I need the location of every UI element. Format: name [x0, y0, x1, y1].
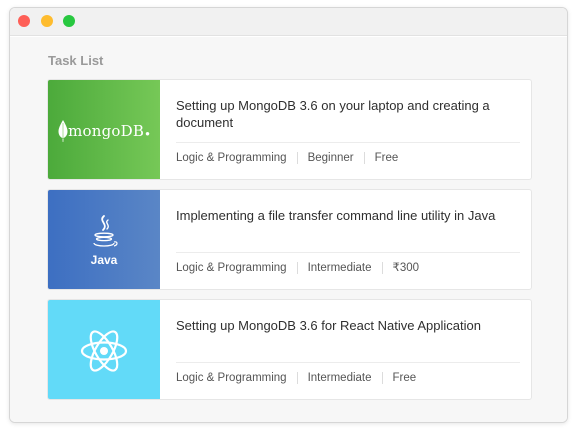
task-list-heading: Task List [48, 53, 104, 68]
window-titlebar [10, 8, 567, 36]
task-level: Beginner [296, 151, 364, 164]
task-level: Intermediate [296, 261, 382, 274]
mongodb-leaf-icon [58, 119, 68, 142]
app-window: Task List mongoDB ● Setting up MongoDB 3… [9, 7, 568, 423]
minimize-window-button[interactable] [41, 15, 53, 27]
task-list-panel: Task List mongoDB ● Setting up MongoDB 3… [10, 37, 567, 422]
thumbnail-text: Java [91, 253, 118, 267]
zoom-window-button[interactable] [63, 15, 75, 27]
close-window-button[interactable] [18, 15, 30, 27]
java-logo-icon: Java [91, 214, 118, 267]
task-meta: Logic & Programming Intermediate Free [176, 362, 520, 392]
task-category: Logic & Programming [176, 151, 287, 164]
task-category: Logic & Programming [176, 261, 287, 274]
registered-mark-icon: ● [145, 129, 150, 138]
task-card[interactable]: mongoDB ● Setting up MongoDB 3.6 on your… [47, 79, 532, 180]
task-category: Logic & Programming [176, 371, 287, 384]
react-logo-icon [80, 329, 128, 372]
task-thumbnail [48, 300, 160, 399]
task-meta: Logic & Programming Beginner Free [176, 142, 520, 172]
thumbnail-text: mongoDB [68, 121, 145, 140]
task-price: ₹300 [381, 261, 430, 274]
task-level: Intermediate [296, 371, 382, 384]
task-meta: Logic & Programming Intermediate ₹300 [176, 252, 520, 282]
task-price: Free [363, 151, 409, 164]
task-thumbnail: Java [48, 190, 160, 289]
task-card[interactable]: Java Implementing a file transfer comman… [47, 189, 532, 290]
mongodb-logo-icon: mongoDB ● [58, 119, 150, 142]
task-title[interactable]: Setting up MongoDB 3.6 for React Native … [176, 317, 506, 334]
task-thumbnail: mongoDB ● [48, 80, 160, 179]
task-title[interactable]: Setting up MongoDB 3.6 on your laptop an… [176, 97, 506, 131]
task-card[interactable]: Setting up MongoDB 3.6 for React Native … [47, 299, 532, 400]
task-price: Free [381, 371, 427, 384]
task-title[interactable]: Implementing a file transfer command lin… [176, 207, 506, 224]
